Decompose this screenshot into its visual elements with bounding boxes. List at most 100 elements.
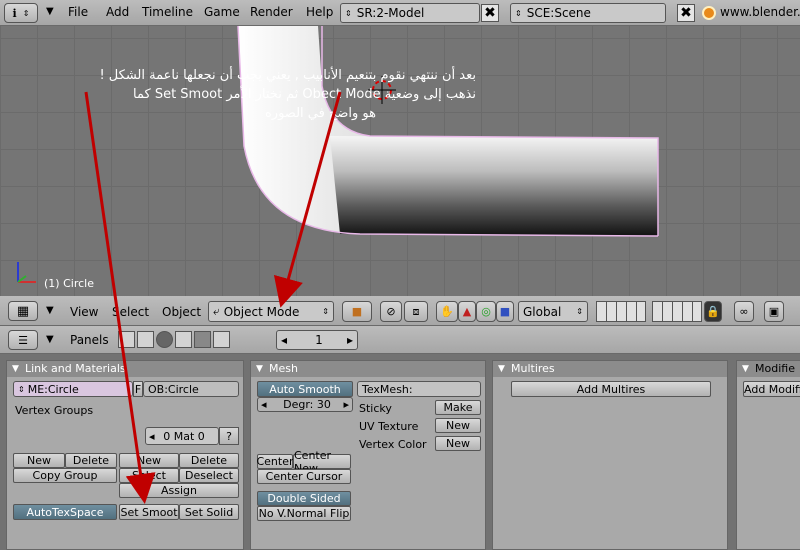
scene-selector[interactable]: ⇕ SCE:Scene <box>510 3 666 23</box>
center-new-button[interactable]: Center New <box>293 449 351 475</box>
panel-title-text: Modifie <box>755 362 795 375</box>
add-modifier-button[interactable]: Add Modifie <box>743 381 800 397</box>
auto-smooth-toggle[interactable]: Auto Smooth <box>257 381 353 397</box>
layer-buttons-right[interactable] <box>652 301 702 322</box>
object-name-label: (1) Circle <box>44 277 94 290</box>
shading-tab-icon[interactable] <box>156 331 173 348</box>
editor-type-button[interactable]: ▦ <box>8 301 38 321</box>
vertex-color-label: Vertex Color <box>359 438 427 451</box>
menu-add[interactable]: Add <box>106 5 129 19</box>
mode-selector[interactable]: ⤶ Object Mode ⇕ <box>208 301 334 322</box>
close-screen-button[interactable]: ✖ <box>481 4 499 22</box>
menu-help[interactable]: Help <box>306 5 333 19</box>
mesh-name-field[interactable]: ⇕ ME:Circle <box>13 381 133 397</box>
orientation-selector[interactable]: Global ⇕ <box>518 301 588 322</box>
buttons-window: ▼ Link and Materials ⇕ ME:Circle F OB:Ci… <box>0 354 800 550</box>
delete-vgroup-button[interactable]: Delete <box>65 453 117 468</box>
degree-field[interactable]: ◂ Degr: 30 ▸ <box>257 397 353 412</box>
deselect-material-button[interactable]: Deselect <box>179 468 239 483</box>
center-button[interactable]: Center <box>256 454 294 469</box>
grid-icon: ▦ <box>16 303 30 319</box>
menu-select[interactable]: Select <box>112 305 149 319</box>
menu-view[interactable]: View <box>70 305 98 319</box>
updown-icon: ⇕ <box>22 8 30 18</box>
bounds-icon: ⧈ <box>412 304 420 318</box>
assign-material-button[interactable]: Assign <box>119 483 239 498</box>
object-tab-icon[interactable] <box>175 331 192 348</box>
layer-buttons-left[interactable] <box>596 301 646 322</box>
set-smooth-button[interactable]: Set Smoot <box>119 504 179 520</box>
new-vertex-color-button[interactable]: New <box>435 436 481 451</box>
scale-button[interactable]: ■ <box>496 301 514 322</box>
center-cursor-button[interactable]: Center Cursor <box>257 469 351 484</box>
no-vnormal-flip-toggle[interactable]: No V.Normal Flip <box>257 506 351 521</box>
make-sticky-button[interactable]: Make <box>435 400 481 415</box>
mesh-name: ME:Circle <box>27 382 79 396</box>
panel-title-text: Link and Materials <box>25 362 126 375</box>
updown-icon: ⇕ <box>345 8 352 18</box>
autotexspace-toggle[interactable]: AutoTexSpace <box>13 504 117 520</box>
set-solid-button[interactable]: Set Solid <box>179 504 239 520</box>
panel-title[interactable]: ▼ Link and Materials <box>7 361 243 377</box>
new-uv-texture-button[interactable]: New <box>435 418 481 433</box>
link-materials-panel: ▼ Link and Materials ⇕ ME:Circle F OB:Ci… <box>6 360 244 550</box>
new-vgroup-button[interactable]: New <box>13 453 65 468</box>
rotate-button[interactable]: ◎ <box>476 301 496 322</box>
pivot-button[interactable]: ⊘ <box>380 301 402 322</box>
object-name-field[interactable]: OB:Circle <box>143 381 239 397</box>
multires-panel: ▼ Multires Add Multires <box>492 360 728 550</box>
frame-counter[interactable]: ◂ 1 ▸ <box>276 330 358 350</box>
3d-viewport[interactable]: بعد أن ننتهي نقوم بتنعيم الأنابيب , يعني… <box>0 26 800 296</box>
double-sided-toggle[interactable]: Double Sided <box>257 491 351 506</box>
panel-title-text: Multires <box>511 362 555 375</box>
collapse-arrow-icon: ▼ <box>12 364 19 374</box>
select-material-button[interactable]: Select <box>119 468 179 483</box>
buttons-header: ☰ ▼ Panels ◂ 1 ▸ <box>0 326 800 354</box>
link-button[interactable]: ∞ <box>734 301 754 322</box>
close-scene-button[interactable]: ✖ <box>677 4 695 22</box>
window-type-button[interactable]: i ⇕ <box>4 3 38 23</box>
collapse-arrow-icon[interactable]: ▼ <box>46 305 54 316</box>
material-help-button[interactable]: ? <box>219 427 239 445</box>
menu-render[interactable]: Render <box>250 5 293 19</box>
panel-title[interactable]: ▼ Mesh <box>251 361 485 377</box>
material-index-field[interactable]: ◂ 0 Mat 0 <box>145 427 219 445</box>
menu-game[interactable]: Game <box>204 5 240 19</box>
panels-menu[interactable]: Panels <box>70 333 109 347</box>
add-multires-button[interactable]: Add Multires <box>511 381 711 397</box>
fake-user-button[interactable]: F <box>133 381 143 397</box>
collapse-arrow-icon: ▼ <box>256 364 263 374</box>
panel-title[interactable]: ▼ Modifie <box>737 361 800 377</box>
hand-icon: ✋ <box>440 305 454 318</box>
texmesh-field[interactable]: TexMesh: <box>357 381 481 397</box>
render-icon: ▣ <box>768 305 780 318</box>
menu-file[interactable]: File <box>68 5 88 19</box>
copy-group-button[interactable]: Copy Group <box>13 468 117 483</box>
menu-object[interactable]: Object <box>162 305 201 319</box>
panel-title[interactable]: ▼ Multires <box>493 361 727 377</box>
uv-texture-label: UV Texture <box>359 420 419 433</box>
render-button[interactable]: ▣ <box>764 301 784 322</box>
screen-selector[interactable]: ⇕ SR:2-Model <box>340 3 480 23</box>
scene-tab-icon[interactable] <box>213 331 230 348</box>
snap-toggle-button[interactable]: ⧈ <box>404 301 428 322</box>
draw-type-button[interactable]: ■ <box>342 301 372 322</box>
lock-button[interactable]: 🔒 <box>704 301 722 322</box>
collapse-arrow-icon[interactable]: ▼ <box>46 6 54 17</box>
manipulator-toggle[interactable]: ✋ <box>436 301 458 322</box>
material-index-value: 0 Mat 0 <box>163 429 205 443</box>
delete-material-button[interactable]: Delete <box>179 453 239 468</box>
site-label: www.blender.org 2 <box>720 5 800 19</box>
editor-type-button[interactable]: ☰ <box>8 330 38 350</box>
editing-tab-icon[interactable] <box>194 331 211 348</box>
logic-tab-icon[interactable] <box>118 331 135 348</box>
lock-icon: 🔒 <box>706 305 720 318</box>
info-icon: i <box>12 6 17 20</box>
collapse-arrow-icon[interactable]: ▼ <box>46 334 54 345</box>
translate-button[interactable]: ▲ <box>458 301 476 322</box>
menu-timeline[interactable]: Timeline <box>142 5 193 19</box>
script-tab-icon[interactable] <box>137 331 154 348</box>
new-material-button[interactable]: New <box>119 453 179 468</box>
degree-value: Degr: 30 <box>283 398 331 411</box>
collapse-arrow-icon: ▼ <box>498 364 505 374</box>
